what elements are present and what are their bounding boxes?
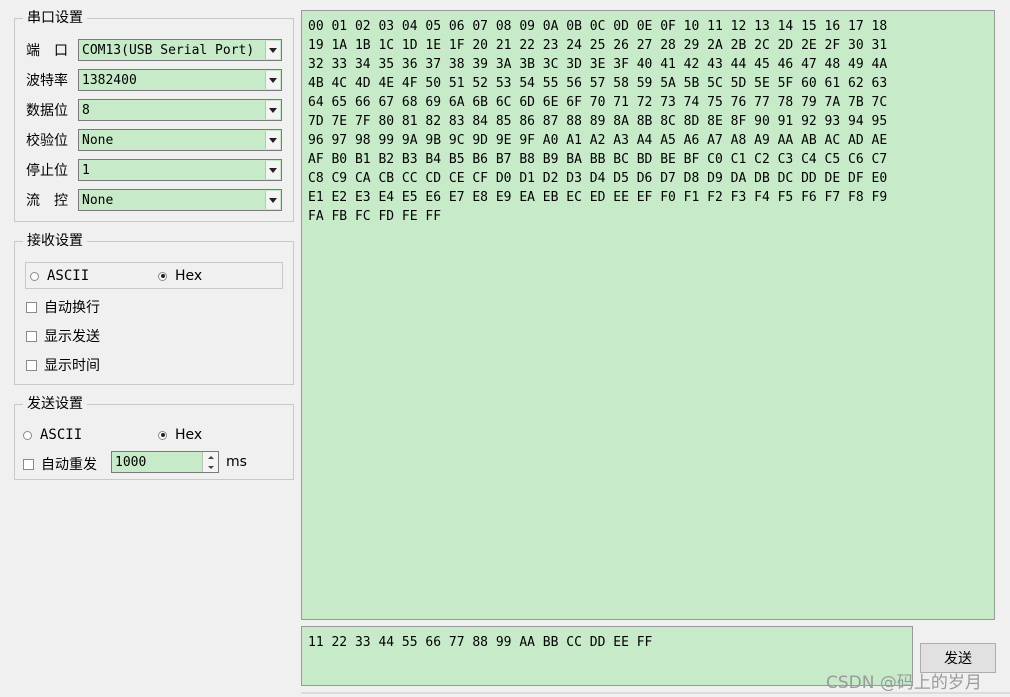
radio-off-icon bbox=[23, 430, 32, 440]
resend-interval-stepper[interactable]: 1000 bbox=[111, 451, 219, 473]
chevron-down-icon[interactable] bbox=[265, 191, 280, 209]
show-send-checkbox[interactable]: 显示发送 bbox=[26, 326, 100, 346]
stepper-buttons bbox=[202, 452, 218, 472]
stopbits-row: 停止位 1 bbox=[26, 159, 282, 181]
receive-settings-group: 接收设置 ASCII Hex 自动换行 显示发送 显示时间 bbox=[14, 232, 294, 385]
chevron-down-icon[interactable] bbox=[265, 131, 280, 149]
databits-value: 8 bbox=[82, 102, 90, 118]
show-send-label: 显示发送 bbox=[44, 329, 100, 345]
radio-on-icon bbox=[158, 430, 167, 440]
show-time-label: 显示时间 bbox=[44, 358, 100, 374]
stopbits-select[interactable]: 1 bbox=[78, 159, 282, 181]
serial-settings-title: 串口设置 bbox=[23, 9, 87, 27]
send-settings-title: 发送设置 bbox=[23, 395, 87, 413]
parity-row: 校验位 None bbox=[26, 129, 282, 151]
send-ascii-radio[interactable]: ASCII bbox=[23, 427, 82, 443]
flow-row: 流 控 None bbox=[26, 189, 282, 211]
baud-value: 1382400 bbox=[82, 72, 137, 88]
stepper-down-icon[interactable] bbox=[203, 462, 218, 472]
send-hex-radio[interactable]: Hex bbox=[158, 427, 202, 443]
serial-settings-group: 串口设置 端 口 COM13(USB Serial Port) 波特率 1382… bbox=[14, 9, 294, 222]
receive-ascii-label: ASCII bbox=[47, 268, 90, 284]
databits-row: 数据位 8 bbox=[26, 99, 282, 121]
radio-on-icon bbox=[158, 271, 167, 281]
chevron-down-icon[interactable] bbox=[265, 71, 280, 89]
port-row: 端 口 COM13(USB Serial Port) bbox=[26, 39, 282, 61]
baud-select[interactable]: 1382400 bbox=[78, 69, 282, 91]
port-value: COM13(USB Serial Port) bbox=[82, 42, 255, 58]
send-textarea[interactable]: 11 22 33 44 55 66 77 88 99 AA BB CC DD E… bbox=[301, 626, 913, 686]
baud-row: 波特率 1382400 bbox=[26, 69, 282, 91]
show-time-checkbox[interactable]: 显示时间 bbox=[26, 355, 100, 375]
checkbox-icon bbox=[26, 359, 37, 371]
checkbox-icon bbox=[23, 458, 34, 470]
stopbits-label: 停止位 bbox=[26, 163, 68, 179]
interval-unit-label: ms bbox=[226, 454, 247, 470]
parity-value: None bbox=[82, 132, 114, 148]
databits-label: 数据位 bbox=[26, 103, 68, 119]
auto-newline-checkbox[interactable]: 自动换行 bbox=[26, 297, 100, 317]
port-label: 端 口 bbox=[26, 43, 68, 59]
checkbox-icon bbox=[26, 301, 37, 313]
auto-resend-label: 自动重发 bbox=[41, 457, 97, 473]
receive-hex-label: Hex bbox=[175, 268, 203, 284]
receive-mode-box: ASCII Hex bbox=[25, 262, 283, 289]
chevron-down-icon[interactable] bbox=[265, 41, 280, 59]
chevron-down-icon[interactable] bbox=[265, 101, 280, 119]
stepper-up-icon[interactable] bbox=[203, 452, 218, 462]
receive-ascii-radio[interactable]: ASCII bbox=[30, 268, 89, 284]
flow-value: None bbox=[82, 192, 114, 208]
send-settings-group: 发送设置 ASCII Hex 自动重发 1000 ms bbox=[14, 395, 294, 480]
checkbox-icon bbox=[26, 330, 37, 342]
parity-label: 校验位 bbox=[26, 133, 68, 149]
radio-off-icon bbox=[30, 271, 39, 281]
receive-settings-title: 接收设置 bbox=[23, 232, 87, 250]
receive-hex-radio[interactable]: Hex bbox=[158, 268, 202, 284]
receive-textarea[interactable]: 00 01 02 03 04 05 06 07 08 09 0A 0B 0C 0… bbox=[301, 10, 995, 620]
parity-select[interactable]: None bbox=[78, 129, 282, 151]
watermark-text: CSDN @码上的岁月 bbox=[826, 673, 982, 693]
databits-select[interactable]: 8 bbox=[78, 99, 282, 121]
flow-label: 流 控 bbox=[26, 193, 68, 209]
auto-newline-label: 自动换行 bbox=[44, 300, 100, 316]
port-select[interactable]: COM13(USB Serial Port) bbox=[78, 39, 282, 61]
resend-interval-value: 1000 bbox=[115, 454, 147, 470]
send-ascii-label: ASCII bbox=[40, 427, 83, 443]
chevron-down-icon[interactable] bbox=[265, 161, 280, 179]
baud-label: 波特率 bbox=[26, 73, 68, 89]
flow-select[interactable]: None bbox=[78, 189, 282, 211]
send-hex-label: Hex bbox=[175, 427, 203, 443]
stopbits-value: 1 bbox=[82, 162, 90, 178]
auto-resend-checkbox[interactable]: 自动重发 bbox=[23, 454, 97, 474]
